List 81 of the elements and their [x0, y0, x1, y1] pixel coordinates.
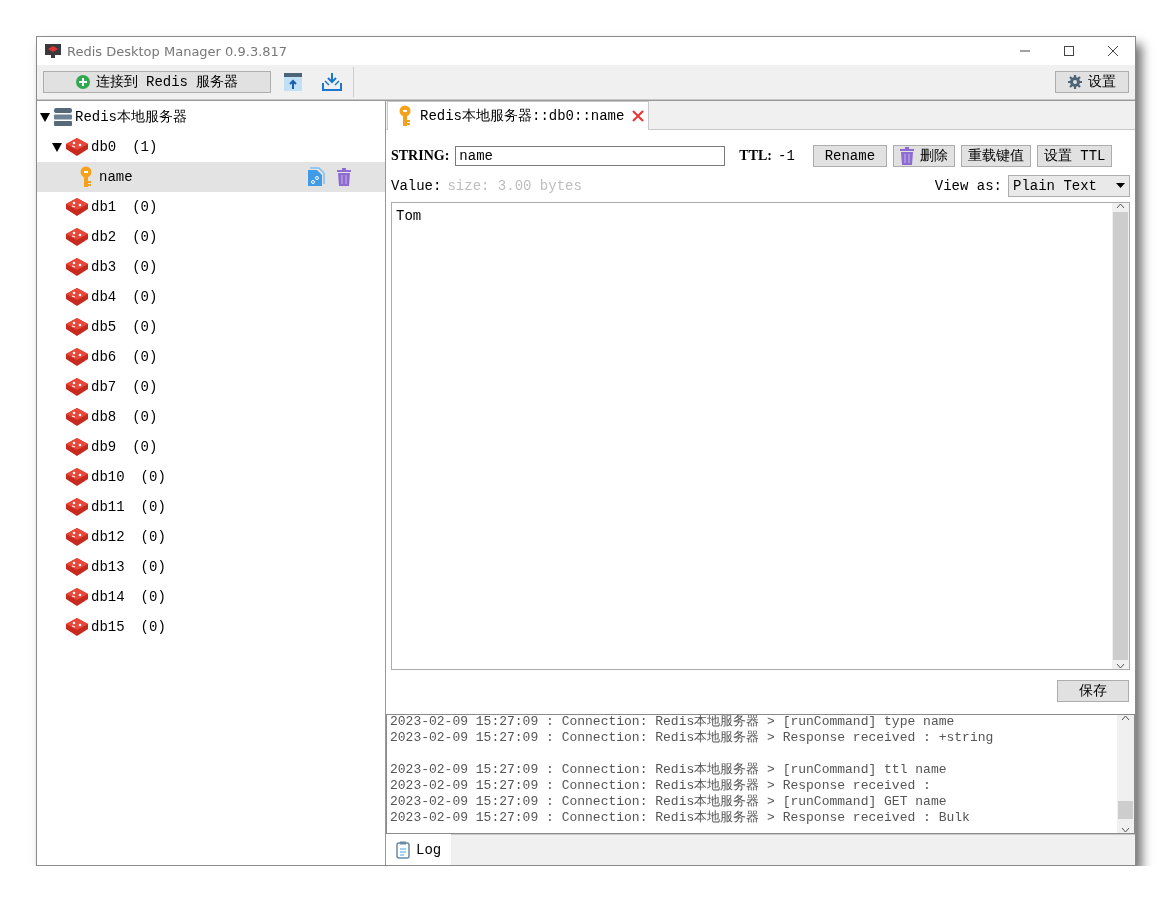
- database-tree-item[interactable]: db9 (0): [37, 432, 385, 462]
- database-tree-item[interactable]: db13 (0): [37, 552, 385, 582]
- log-line: 2023-02-09 15:27:09 : Connection: Redis本地服务器 > [runCommand] ttl name: [390, 761, 948, 778]
- settings-button[interactable]: 设置: [1055, 71, 1129, 93]
- scroll-up-icon: [1121, 715, 1130, 721]
- log-line: 2023-02-09 15:27:09 : Connection: Redis本地服务器 > Response received :: [390, 778, 932, 794]
- database-icon: [65, 287, 89, 307]
- scrollbar-thumb[interactable]: [1118, 801, 1133, 819]
- database-icon: [65, 557, 89, 577]
- window-title: Redis Desktop Manager 0.9.3.817: [67, 43, 289, 59]
- database-icon: [65, 197, 89, 217]
- database-tree-item[interactable]: db10 (0): [37, 462, 385, 492]
- log-line: 2023-02-09 15:27:09 : Connection: Redis本地服务器 > [runCommand] GET name: [390, 794, 948, 810]
- scrollbar-thumb[interactable]: [1113, 211, 1128, 660]
- rename-button[interactable]: Rename: [812, 144, 887, 167]
- ttl-value: -1: [778, 147, 795, 164]
- server-icon: [53, 107, 73, 127]
- clipboard-icon: [396, 840, 410, 859]
- database-icon: [65, 587, 89, 607]
- database-icon: [65, 377, 89, 397]
- size-hint: size: 3.00 bytes: [447, 177, 582, 194]
- database-tree-item[interactable]: db6 (0): [37, 342, 385, 372]
- trash-icon: [899, 146, 914, 165]
- save-button[interactable]: 保存: [1057, 680, 1129, 702]
- log-line: 2023-02-09 15:27:09 : Connection: Redis本地服务器 > [runCommand] type name: [390, 715, 956, 730]
- download-icon[interactable]: [321, 72, 343, 92]
- tab-title: Redis本地服务器::db0::name: [420, 107, 625, 125]
- close-icon: [1107, 45, 1119, 57]
- database-icon: [65, 257, 89, 277]
- database-tree-item[interactable]: db15 (0): [37, 612, 385, 642]
- delete-button[interactable]: 删除: [892, 144, 955, 167]
- database-tree-item[interactable]: db3 (0): [37, 252, 385, 282]
- database-icon: [65, 497, 89, 517]
- database-tree-item[interactable]: db0 (1): [37, 132, 385, 162]
- database-tree-item[interactable]: db14 (0): [37, 582, 385, 612]
- key-tab[interactable]: Redis本地服务器::db0::name: [387, 101, 650, 130]
- database-tree-item[interactable]: db7 (0): [37, 372, 385, 402]
- set-ttl-button[interactable]: 设置 TTL: [1036, 144, 1113, 167]
- view-as-dropdown[interactable]: Plain Text: [1008, 174, 1130, 197]
- database-tree-item[interactable]: db5 (0): [37, 312, 385, 342]
- scroll-down-icon: [1121, 827, 1130, 833]
- database-tree-item[interactable]: db4 (0): [37, 282, 385, 312]
- gear-icon: [1068, 75, 1082, 89]
- key-icon: [398, 105, 412, 127]
- type-label: STRING:: [391, 147, 450, 164]
- ttl-label: TTL:: [739, 147, 773, 164]
- app-logo-icon: [45, 44, 61, 58]
- view-as-label: View as:: [934, 177, 1002, 194]
- database-tree-item[interactable]: db1 (0): [37, 192, 385, 222]
- database-tree-item[interactable]: db8 (0): [37, 402, 385, 432]
- import-icon[interactable]: [283, 72, 303, 92]
- copy-icon[interactable]: [307, 167, 325, 187]
- database-icon: [65, 527, 89, 547]
- database-icon: [65, 317, 89, 337]
- plus-icon: [75, 75, 90, 89]
- log-tab[interactable]: Log: [386, 834, 452, 865]
- server-tree-item[interactable]: Redis本地服务器: [37, 102, 385, 132]
- database-icon: [65, 347, 89, 367]
- key-icon: [79, 166, 93, 188]
- trash-icon[interactable]: [337, 168, 351, 186]
- database-icon: [65, 227, 89, 247]
- dropdown-caret-icon: [1116, 182, 1125, 189]
- database-icon: [65, 467, 89, 487]
- database-tree-item[interactable]: db12 (0): [37, 522, 385, 552]
- connect-button[interactable]: 连接到 Redis 服务器: [43, 71, 271, 93]
- database-icon: [65, 617, 89, 637]
- database-tree-item[interactable]: db11 (0): [37, 492, 385, 522]
- database-icon: [65, 437, 89, 457]
- maximize-icon: [1063, 45, 1075, 57]
- key-tree-item[interactable]: name: [37, 162, 385, 192]
- reload-button[interactable]: 重载键值: [960, 144, 1031, 167]
- value-label: Value:: [391, 177, 442, 194]
- database-tree-item[interactable]: db2 (0): [37, 222, 385, 252]
- close-icon[interactable]: [632, 110, 645, 122]
- database-icon: [65, 137, 89, 157]
- key-name-field[interactable]: name: [455, 145, 726, 166]
- scroll-down-icon: [1116, 663, 1125, 669]
- log-line: 2023-02-09 15:27:09 : Connection: Redis本地服务器 > Response received : Bulk: [390, 810, 971, 826]
- database-icon: [65, 407, 89, 427]
- scroll-up-icon: [1116, 202, 1125, 209]
- log-line: 2023-02-09 15:27:09 : Connection: Redis本地服务器 > Response received : +string: [390, 730, 995, 746]
